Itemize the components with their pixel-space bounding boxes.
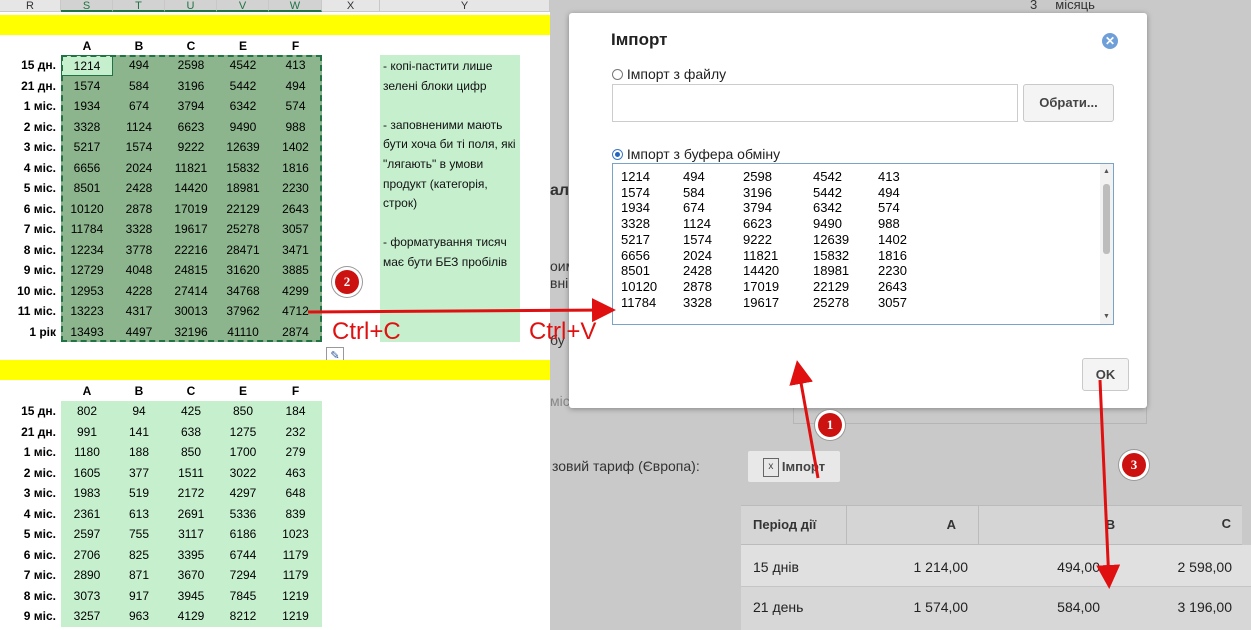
badge-2: 2 <box>335 270 359 294</box>
annotation-arrows <box>307 298 1121 589</box>
badge-1: 1 <box>818 413 842 437</box>
ctrl-c-label: Ctrl+C <box>332 318 401 345</box>
step1-arrow <box>789 360 820 479</box>
badge-3: 3 <box>1122 453 1146 477</box>
ctrl-v-label: Ctrl+V <box>529 318 597 345</box>
step3-arrow <box>1096 379 1121 589</box>
copy-arrow <box>307 298 616 323</box>
